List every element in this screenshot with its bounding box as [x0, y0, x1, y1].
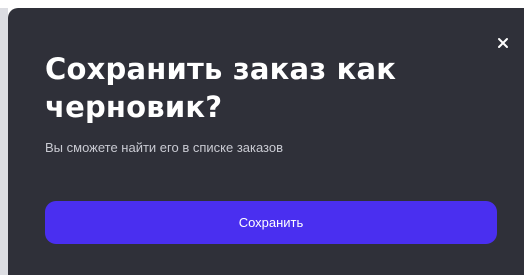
dialog-title: Сохранить заказ как черновик? [45, 52, 397, 124]
close-icon [498, 38, 508, 48]
dialog-subtitle: Вы сможете найти его в списке заказов [45, 140, 284, 155]
close-button[interactable] [492, 32, 514, 54]
backdrop-edge [0, 8, 8, 275]
save-button[interactable]: Сохранить [45, 201, 497, 244]
save-draft-dialog: Сохранить заказ как черновик? Вы сможете… [8, 8, 524, 275]
